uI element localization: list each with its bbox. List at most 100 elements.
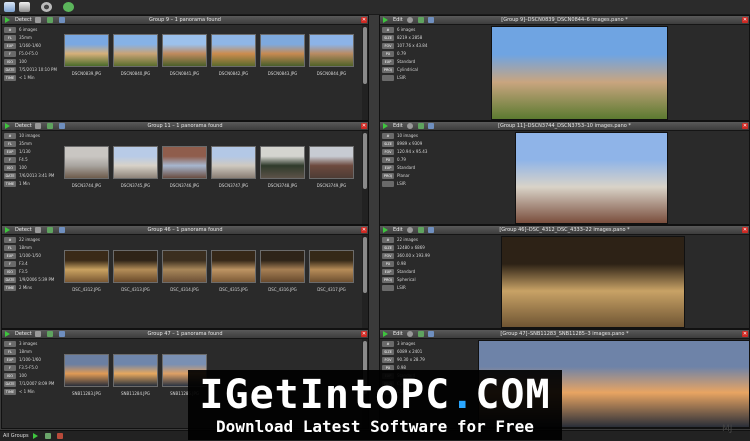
image-thumbnail[interactable]: [260, 250, 305, 283]
image-thumbnail[interactable]: [211, 34, 256, 67]
close-icon[interactable]: ✕: [742, 331, 748, 337]
info-key: EXP: [4, 149, 16, 155]
image-thumbnail[interactable]: [113, 250, 158, 283]
image-thumbnail[interactable]: [64, 146, 109, 179]
scrollbar-thumb[interactable]: [363, 27, 367, 84]
info-row: LSIR: [382, 180, 436, 188]
panorama-preview[interactable]: [515, 132, 668, 224]
image-thumbnail[interactable]: [64, 354, 109, 387]
info-key: EXP: [382, 269, 394, 275]
info-icon[interactable]: [63, 2, 74, 12]
close-icon[interactable]: ✕: [742, 17, 748, 23]
close-icon[interactable]: ✕: [742, 227, 748, 233]
close-icon[interactable]: ✕: [361, 17, 367, 23]
info-row: PROJCylindrical: [382, 66, 436, 74]
info-value: 10 images: [397, 133, 418, 138]
info-value: < 1 Min: [19, 75, 35, 80]
info-key: EXP: [4, 253, 16, 259]
info-key: PROJ: [382, 277, 394, 283]
info-row: ISO 100: [4, 58, 58, 66]
image-thumbnail[interactable]: [309, 250, 354, 283]
info-key: EXP: [4, 43, 16, 49]
scrollbar-thumb[interactable]: [363, 133, 367, 189]
info-value: F3.5-F5.0: [19, 365, 38, 370]
close-icon[interactable]: ✕: [361, 123, 367, 129]
info-row: DATE 7/5/2013 10:10 PM: [4, 66, 58, 74]
close-icon[interactable]: ✕: [361, 331, 367, 337]
play-all-icon[interactable]: [33, 433, 38, 439]
image-thumbnail[interactable]: [260, 146, 305, 179]
info-value: F5.0-F5.0: [19, 51, 38, 56]
info-value: 100: [19, 165, 27, 170]
info-value: 107.76 x 43.84: [397, 43, 428, 48]
image-thumbnail[interactable]: [260, 34, 305, 67]
image-thumbnail[interactable]: [64, 34, 109, 67]
info-row: FOV 120.94 x 95.43: [382, 148, 436, 156]
watermark-tagline: Download Latest Software for Free: [216, 417, 534, 436]
info-row: LSIR: [382, 74, 436, 82]
image-thumbnail[interactable]: [162, 146, 207, 179]
group-header: Detect Group 9 – 1 panorama found ✕: [2, 16, 368, 25]
image-thumbnail[interactable]: [64, 250, 109, 283]
info-row: #6 images: [4, 26, 58, 34]
group-title: Group 46 – 1 panorama found: [147, 227, 223, 233]
info-row: #10 images: [382, 132, 436, 140]
info-key: #: [4, 341, 16, 347]
remove-icon[interactable]: [57, 433, 63, 439]
scrollbar-thumb[interactable]: [363, 237, 367, 293]
info-row: TIME 2 Mins: [4, 284, 58, 292]
info-row: PX 0.98: [382, 260, 436, 268]
panorama-preview[interactable]: [501, 236, 685, 328]
image-thumbnail[interactable]: [309, 34, 354, 67]
image-thumbnail[interactable]: [113, 146, 158, 179]
thumbnail-filename: SNB11284.JPG: [121, 391, 150, 396]
info-row: F F4.5: [4, 156, 58, 164]
image-thumbnail[interactable]: [113, 354, 158, 387]
info-value: 1/100-1/50: [19, 253, 41, 258]
info-key: DATE: [4, 381, 16, 387]
thumbnail-filename: DSCN0844.JPG: [316, 71, 347, 76]
image-thumbnail[interactable]: [162, 34, 207, 67]
image-thumbnail[interactable]: [211, 146, 256, 179]
info-value: 0.98: [397, 261, 406, 266]
info-key: FL: [4, 35, 16, 41]
image-thumbnail[interactable]: [113, 34, 158, 67]
stitch-icon[interactable]: [45, 433, 51, 439]
close-icon[interactable]: ✕: [361, 227, 367, 233]
group-header: Detect Group 46 – 1 panorama found ✕: [2, 226, 368, 235]
scrollbar[interactable]: [362, 25, 368, 120]
panorama-info: #6 images SIZE 8219 x 2858 FOV 107.76 x 43.8…: [382, 26, 436, 82]
photos-icon[interactable]: [19, 2, 30, 12]
gear-icon[interactable]: [41, 2, 52, 12]
info-row: FL 18mm: [4, 348, 58, 356]
info-value: 18mm: [19, 349, 32, 354]
thumbnail-filename: DSC_4314.JPG: [170, 287, 199, 292]
panorama-header: Edit [Group 47]–SNB11283_SNB11285–3 image…: [380, 330, 749, 339]
all-groups-label: All Groups: [3, 433, 29, 439]
info-key: FOV: [382, 253, 394, 259]
close-icon[interactable]: ✕: [742, 123, 748, 129]
panorama-title: [Group 9]–DSCN0839_DSCN0844–6 images.pan…: [501, 17, 628, 23]
info-row: EXP 1/100-1/50: [4, 252, 58, 260]
thumbnail-filename: DSC_4313.JPG: [121, 287, 150, 292]
info-row: FOV 107.76 x 43.84: [382, 42, 436, 50]
image-thumbnail[interactable]: [309, 146, 354, 179]
info-row: EXP 1/130: [4, 148, 58, 156]
info-key: ISO: [4, 59, 16, 65]
info-row: ISO 100: [4, 372, 58, 380]
scrollbar[interactable]: [362, 131, 368, 224]
info-row: EXP 1/100-1/60: [4, 356, 58, 364]
info-key: EXP: [382, 165, 394, 171]
panorama-header: Edit [Group 11]–DSCN3744_DSCN3753–10 imag…: [380, 122, 749, 131]
scrollbar[interactable]: [362, 235, 368, 328]
folder-icon[interactable]: [4, 2, 15, 12]
image-thumbnail[interactable]: [162, 250, 207, 283]
info-value: 3 images: [397, 341, 416, 346]
info-key: [382, 181, 394, 187]
info-row: FL 35mm: [4, 140, 58, 148]
info-value: 7/1/2007 8:09 PM: [19, 381, 55, 386]
info-key: SIZE: [382, 245, 394, 251]
image-thumbnail[interactable]: [211, 250, 256, 283]
panorama-preview[interactable]: [491, 26, 668, 120]
group-title: Group 47 – 1 panorama found: [147, 331, 223, 337]
